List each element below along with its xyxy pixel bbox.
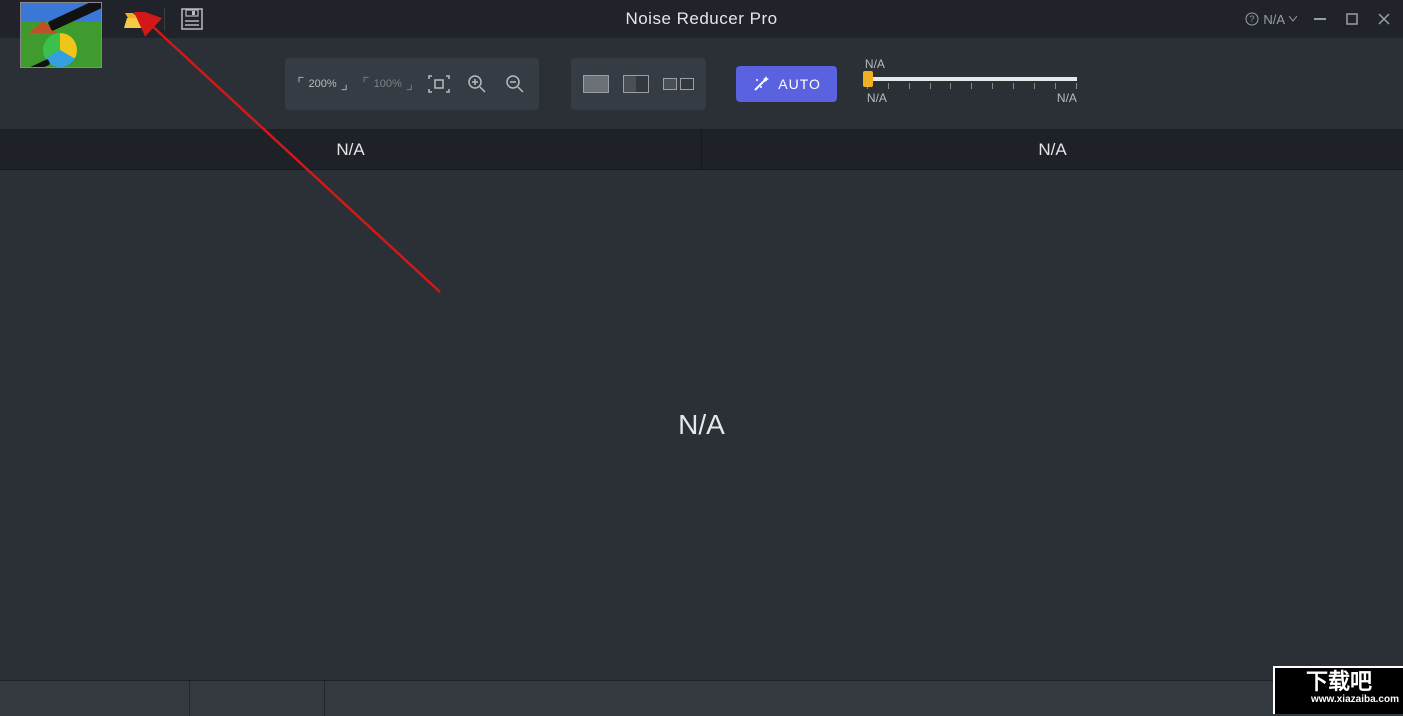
- maximize-button[interactable]: [1343, 10, 1361, 28]
- chevron-down-icon: [1289, 16, 1297, 22]
- slider-top-label: N/A: [865, 57, 885, 71]
- fit-screen-button[interactable]: [427, 72, 451, 96]
- auto-button-label: AUTO: [778, 76, 821, 92]
- view-mode-group: [571, 58, 706, 110]
- maximize-icon: [1346, 13, 1358, 25]
- zoom-200-label: 200%: [309, 78, 337, 90]
- slider-track[interactable]: [867, 77, 1077, 81]
- help-circle-icon: ?: [1245, 12, 1259, 26]
- close-button[interactable]: [1375, 10, 1393, 28]
- slider-min-label: N/A: [867, 91, 887, 105]
- minimize-icon: [1313, 12, 1327, 26]
- titlebar-right-tools: ? N/A: [1245, 10, 1393, 28]
- view-compare-button[interactable]: [663, 78, 694, 90]
- bracket-left-icon: ⌜: [297, 74, 305, 94]
- auto-button[interactable]: AUTO: [736, 66, 837, 102]
- app-title: Noise Reducer Pro: [625, 9, 777, 29]
- zoom-tool-group: ⌜ 200% ⌟ ⌜ 100% ⌟: [285, 58, 539, 110]
- main-canvas: N/A: [0, 170, 1403, 680]
- zoom-100-label: 100%: [374, 78, 402, 90]
- watermark-text: 下载吧: [1279, 670, 1399, 694]
- bracket-right-icon: ⌟: [406, 74, 414, 94]
- zoom-in-icon: [467, 74, 487, 94]
- watermark: 下载吧 www.xiazaiba.com: [1273, 666, 1403, 714]
- close-icon: [1378, 13, 1390, 25]
- zoom-in-button[interactable]: [465, 72, 489, 96]
- app-logo: [20, 2, 102, 68]
- slider-max-label: N/A: [1057, 91, 1077, 105]
- help-menu-label: N/A: [1263, 12, 1285, 27]
- floppy-disk-icon: [181, 8, 203, 30]
- watermark-url: www.xiazaiba.com: [1279, 694, 1399, 705]
- zoom-out-icon: [505, 74, 525, 94]
- view-single-button[interactable]: [583, 75, 609, 93]
- panel-header-left: N/A: [0, 130, 702, 169]
- main-toolbar: ⌜ 200% ⌟ ⌜ 100% ⌟: [0, 38, 1403, 130]
- toolbar-divider: [164, 8, 165, 30]
- titlebar: Noise Reducer Pro ? N/A: [0, 0, 1403, 38]
- slider-range-labels: N/A N/A: [867, 91, 1077, 105]
- panel-header-right: N/A: [702, 130, 1403, 169]
- noise-slider[interactable]: N/A N/A N/A: [867, 63, 1077, 105]
- status-bar: [0, 680, 1403, 716]
- bracket-left-icon: ⌜: [362, 74, 370, 94]
- magic-wand-icon: [752, 75, 770, 93]
- zoom-out-button[interactable]: [503, 72, 527, 96]
- slider-ticks: [867, 83, 1077, 89]
- view-split-button[interactable]: [623, 75, 649, 93]
- minimize-button[interactable]: [1311, 10, 1329, 28]
- panel-header-right-label: N/A: [1038, 140, 1066, 160]
- status-cell-2: [190, 681, 325, 716]
- panel-header-left-label: N/A: [336, 140, 364, 160]
- help-menu[interactable]: ? N/A: [1245, 12, 1297, 27]
- zoom-200-button[interactable]: ⌜ 200% ⌟: [297, 74, 348, 94]
- fit-screen-icon: [428, 75, 450, 93]
- main-placeholder-text: N/A: [678, 409, 725, 441]
- svg-text:?: ?: [1250, 14, 1255, 24]
- slider-thumb[interactable]: [863, 71, 873, 87]
- panel-headers: N/A N/A: [0, 130, 1403, 170]
- open-file-button[interactable]: [120, 4, 154, 34]
- save-button[interactable]: [175, 4, 209, 34]
- bracket-right-icon: ⌟: [341, 74, 349, 94]
- status-cell-1: [0, 681, 190, 716]
- folder-open-icon: [124, 9, 150, 29]
- titlebar-left-tools: [120, 4, 209, 34]
- zoom-100-button[interactable]: ⌜ 100% ⌟: [362, 74, 413, 94]
